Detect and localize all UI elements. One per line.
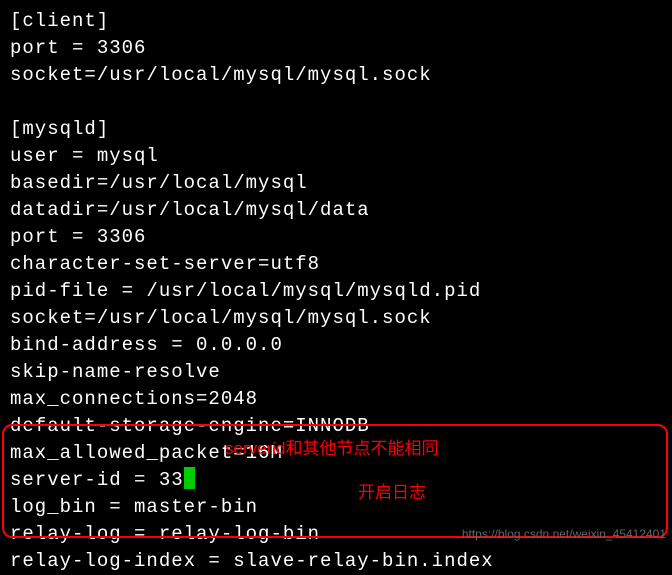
config-line: port = 3306 — [10, 35, 662, 62]
config-line: [mysqld] — [10, 116, 662, 143]
config-line: [client] — [10, 8, 662, 35]
config-line: character-set-server=utf8 — [10, 251, 662, 278]
config-line: bind-address = 0.0.0.0 — [10, 332, 662, 359]
config-line: socket=/usr/local/mysql/mysql.sock — [10, 62, 662, 89]
config-line: port = 3306 — [10, 224, 662, 251]
annotation-serverid: serverid和其他节点不能相同 — [225, 434, 438, 459]
config-line: socket=/usr/local/mysql/mysql.sock — [10, 305, 662, 332]
config-line: skip-name-resolve — [10, 359, 662, 386]
config-line: datadir=/usr/local/mysql/data — [10, 197, 662, 224]
watermark-text: https://blog.csdn.net/weixin_45412401 — [462, 527, 666, 541]
terminal-cursor — [184, 467, 195, 489]
annotation-log: 开启日志 — [358, 478, 426, 503]
config-line: pid-file = /usr/local/mysql/mysqld.pid — [10, 278, 662, 305]
terminal-content[interactable]: [client] port = 3306 socket=/usr/local/m… — [10, 8, 662, 575]
config-line: log_bin = master-bin — [10, 494, 662, 521]
config-line: basedir=/usr/local/mysql — [10, 170, 662, 197]
config-line-cursor: server-id = 33 — [10, 467, 662, 494]
config-line: user = mysql — [10, 143, 662, 170]
config-line: relay-log-index = slave-relay-bin.index — [10, 548, 662, 575]
config-text: server-id = 33 — [10, 469, 184, 491]
config-line: max_connections=2048 — [10, 386, 662, 413]
empty-line — [10, 89, 662, 116]
